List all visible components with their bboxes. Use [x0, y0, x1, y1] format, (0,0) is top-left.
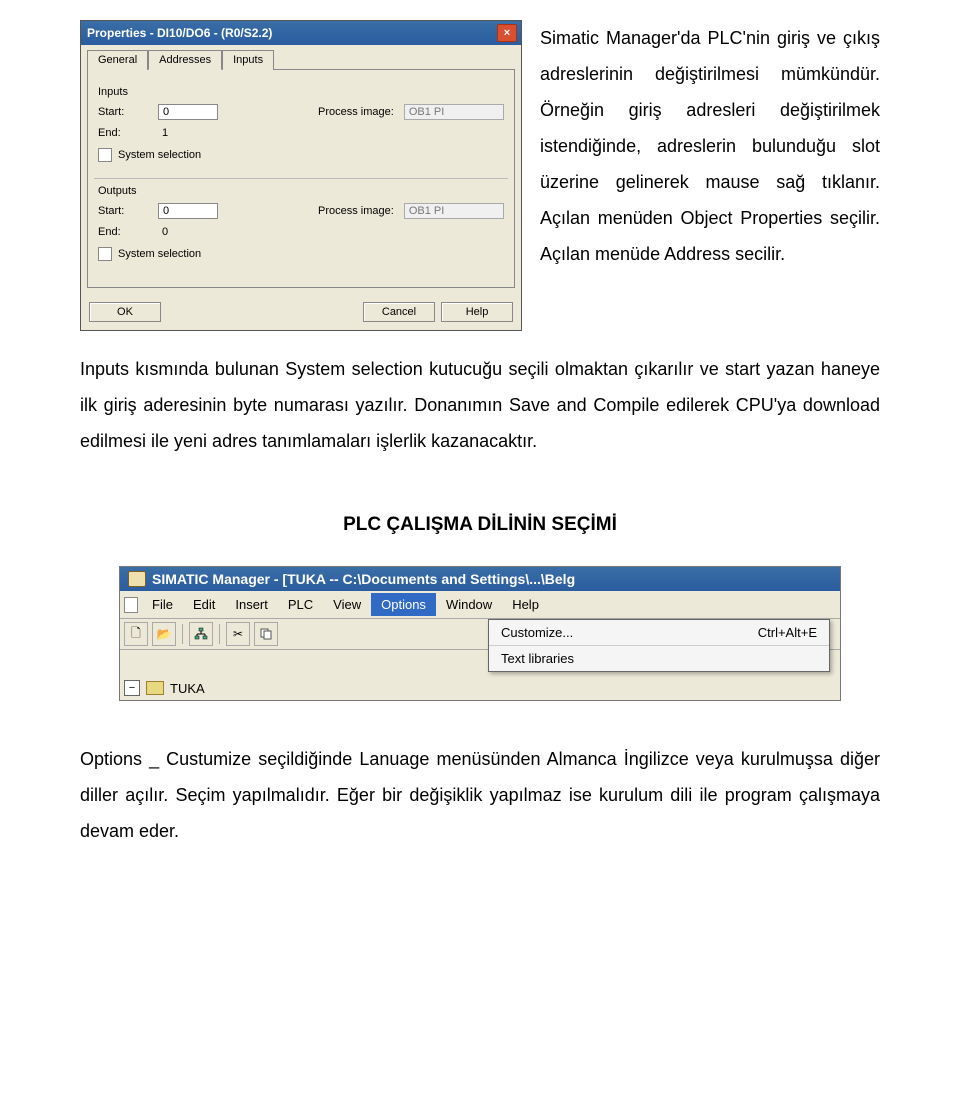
inputs-system-selection-checkbox[interactable] — [98, 148, 112, 162]
inputs-pi-field[interactable]: OB1 PI — [404, 104, 504, 120]
copy-icon[interactable] — [254, 622, 278, 646]
tree-root-label[interactable]: TUKA — [170, 681, 205, 696]
outputs-pi-field[interactable]: OB1 PI — [404, 203, 504, 219]
dialog-titlebar: Properties - DI10/DO6 - (R0/S2.2) × — [81, 21, 521, 45]
outputs-checkbox-label: System selection — [118, 248, 201, 260]
inputs-group-label: Inputs — [98, 86, 504, 98]
menu-plc[interactable]: PLC — [278, 593, 323, 616]
dropdown-textlib[interactable]: Text libraries — [489, 646, 829, 671]
dialog-title: Properties - DI10/DO6 - (R0/S2.2) — [87, 26, 272, 40]
menu-file[interactable]: File — [142, 593, 183, 616]
cut-icon[interactable]: ✂ — [226, 622, 250, 646]
tab-inputs[interactable]: Inputs — [222, 50, 274, 70]
inputs-start-label: Start: — [98, 106, 148, 118]
dropdown-customize-shortcut: Ctrl+Alt+E — [758, 625, 817, 640]
tab-panel: Inputs Start: 0 Process image: OB1 PI En… — [87, 69, 515, 288]
menu-insert[interactable]: Insert — [225, 593, 278, 616]
paragraph-2: Inputs kısmında bulunan System selection… — [80, 351, 880, 459]
menu-bar: File Edit Insert PLC View Options Window… — [120, 591, 840, 619]
inputs-start-field[interactable]: 0 — [158, 104, 218, 120]
simatic-app-icon — [128, 571, 146, 587]
simatic-titlebar: SIMATIC Manager - [TUKA -- C:\Documents … — [120, 567, 840, 591]
menu-options[interactable]: Options — [371, 593, 436, 616]
menu-window[interactable]: Window — [436, 593, 502, 616]
outputs-start-field[interactable]: 0 — [158, 203, 218, 219]
help-button[interactable]: Help — [441, 302, 513, 322]
tree-icon[interactable] — [189, 622, 213, 646]
outputs-end-label: End: — [98, 226, 148, 238]
simatic-title-text: SIMATIC Manager - [TUKA -- C:\Documents … — [152, 571, 575, 587]
dropdown-textlib-label: Text libraries — [501, 651, 574, 666]
menu-edit[interactable]: Edit — [183, 593, 225, 616]
close-icon[interactable]: × — [497, 24, 517, 42]
folder-icon — [146, 681, 164, 695]
open-icon[interactable]: 📂 — [152, 622, 176, 646]
menu-help[interactable]: Help — [502, 593, 549, 616]
inputs-end-label: End: — [98, 127, 148, 139]
inputs-pi-label: Process image: — [318, 106, 394, 118]
outputs-pi-label: Process image: — [318, 205, 394, 217]
document-icon — [124, 597, 138, 613]
options-dropdown: Customize... Ctrl+Alt+E Text libraries — [488, 619, 830, 672]
dropdown-customize[interactable]: Customize... Ctrl+Alt+E — [489, 620, 829, 646]
ok-button[interactable]: OK — [89, 302, 161, 322]
paragraph-3: Options _ Custumize seçildiğinde Lanuage… — [80, 741, 880, 849]
dropdown-customize-label: Customize... — [501, 625, 573, 640]
outputs-group-label: Outputs — [98, 185, 504, 197]
collapse-icon[interactable]: − — [124, 680, 140, 696]
menu-view[interactable]: View — [323, 593, 371, 616]
tab-general[interactable]: General — [87, 50, 148, 70]
inputs-checkbox-label: System selection — [118, 149, 201, 161]
outputs-end-value: 0 — [158, 225, 226, 239]
inputs-end-value: 1 — [158, 126, 226, 140]
properties-dialog: Properties - DI10/DO6 - (R0/S2.2) × Gene… — [80, 20, 522, 331]
cancel-button[interactable]: Cancel — [363, 302, 435, 322]
tab-addresses[interactable]: Addresses — [148, 50, 222, 70]
tab-row: General Addresses Inputs — [81, 45, 521, 69]
new-icon[interactable]: 🗋 — [124, 622, 148, 646]
simatic-window: SIMATIC Manager - [TUKA -- C:\Documents … — [119, 566, 841, 701]
outputs-system-selection-checkbox[interactable] — [98, 247, 112, 261]
paragraph-1: Simatic Manager'da PLC'nin giriş ve çıkı… — [540, 20, 880, 272]
section-heading: PLC ÇALIŞMA DİLİNİN SEÇİMİ — [80, 514, 880, 536]
outputs-start-label: Start: — [98, 205, 148, 217]
